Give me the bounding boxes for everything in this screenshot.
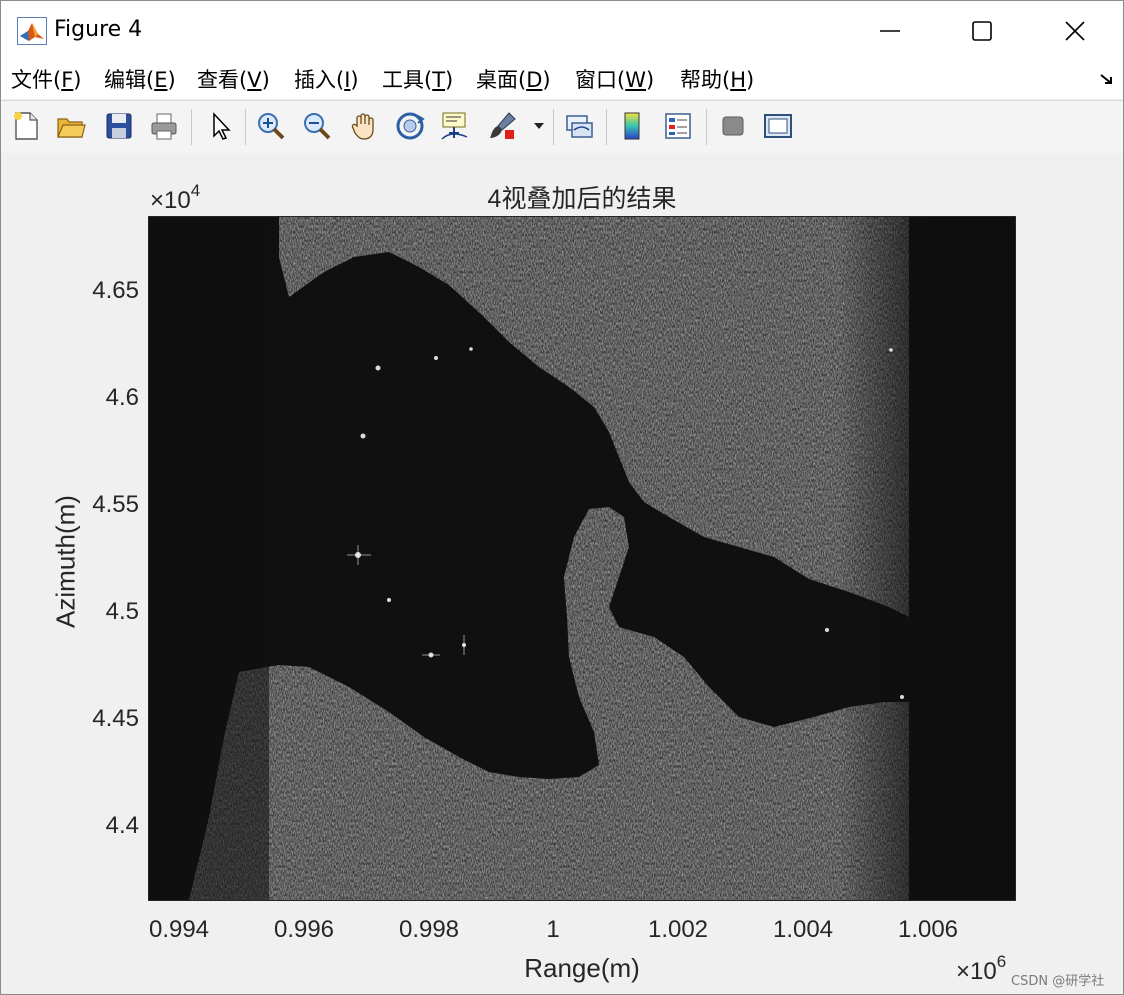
link-plot-button[interactable] [561, 108, 597, 144]
figure-toolbar [1, 100, 1123, 154]
close-icon [1065, 21, 1085, 41]
y-tick-label: 4.45 [92, 705, 139, 732]
hide-plot-tools-icon [722, 116, 744, 136]
hide-plot-tools-button[interactable] [715, 108, 751, 144]
y-axis-exponent: ×104 [150, 181, 201, 214]
pointer-icon [213, 112, 231, 140]
dock-arrow-icon[interactable] [1099, 73, 1115, 91]
legend-icon [665, 113, 691, 139]
zoom-in-icon [258, 113, 285, 140]
figure-window: Figure 4 文件(F) 编辑(E) 查看(V) 插入(I) 工具(T) 桌… [0, 0, 1124, 995]
toolbar-separator [245, 109, 246, 145]
plot-axes[interactable] [148, 216, 1016, 901]
title-bar: Figure 4 [1, 1, 1123, 61]
colorbar-icon [624, 112, 640, 140]
sar-image [149, 217, 1015, 900]
x-tick-label: 0.994 [148, 916, 210, 943]
x-tick-label: 1.004 [772, 916, 834, 943]
minimize-icon [880, 30, 900, 32]
x-axis-exponent: ×106 [956, 952, 1007, 985]
brush-button[interactable] [485, 108, 521, 144]
data-cursor-icon [441, 112, 468, 140]
menu-tools[interactable]: 工具(T) [382, 66, 453, 94]
menu-file[interactable]: 文件(F) [11, 66, 82, 94]
save-icon [106, 113, 132, 139]
y-tick-label: 4.6 [105, 384, 139, 411]
toolbar-separator [553, 109, 554, 145]
x-tick-label: 1.006 [897, 916, 959, 943]
new-figure-button[interactable] [8, 108, 44, 144]
y-tick-label: 4.65 [92, 277, 139, 304]
rotate-3d-icon [396, 112, 425, 140]
x-tick-label: 0.998 [398, 916, 460, 943]
show-plot-tools-button[interactable] [760, 108, 796, 144]
insert-colorbar-button[interactable] [614, 108, 650, 144]
data-cursor-button[interactable] [437, 108, 473, 144]
zoom-in-button[interactable] [253, 108, 289, 144]
link-plot-icon [566, 115, 593, 138]
brush-icon [490, 112, 516, 139]
x-tick-label: 1 [546, 916, 560, 943]
chevron-down-icon [534, 123, 544, 129]
open-file-button[interactable] [53, 108, 89, 144]
pan-button[interactable] [346, 108, 382, 144]
menu-view[interactable]: 查看(V) [197, 66, 270, 94]
print-icon [151, 113, 177, 140]
zoom-out-icon [304, 113, 331, 140]
show-plot-tools-icon [764, 114, 792, 138]
toolbar-separator [706, 109, 707, 145]
minimize-button[interactable] [844, 1, 936, 61]
toolbar-separator [606, 109, 607, 145]
menu-bar: 文件(F) 编辑(E) 查看(V) 插入(I) 工具(T) 桌面(D) 窗口(W… [1, 61, 1123, 99]
menu-help[interactable]: 帮助(H) [680, 66, 754, 94]
menu-desktop[interactable]: 桌面(D) [476, 66, 551, 94]
x-tick-label: 0.996 [273, 916, 335, 943]
matlab-logo-icon [17, 17, 47, 45]
edit-plot-button[interactable] [202, 108, 238, 144]
close-button[interactable] [1029, 1, 1121, 61]
y-axis-label: Azimuth(m) [50, 495, 81, 628]
maximize-button[interactable] [936, 1, 1028, 61]
x-tick-label: 1.002 [647, 916, 709, 943]
menu-window[interactable]: 窗口(W) [575, 66, 654, 94]
zoom-out-button[interactable] [299, 108, 335, 144]
menu-edit[interactable]: 编辑(E) [104, 66, 176, 94]
print-button[interactable] [146, 108, 182, 144]
toolbar-separator [191, 109, 192, 145]
plot-title: 4视叠加后的结果 [487, 185, 677, 213]
watermark: CSDN @研学社 [1011, 974, 1105, 989]
save-button[interactable] [101, 108, 137, 144]
pan-hand-icon [351, 113, 374, 140]
y-tick-label: 4.4 [105, 812, 139, 839]
x-axis-label: Range(m) [524, 953, 640, 983]
open-file-icon [57, 118, 86, 138]
brush-dropdown-button[interactable] [528, 108, 550, 144]
maximize-icon [972, 21, 992, 41]
menu-insert[interactable]: 插入(I) [294, 66, 359, 94]
window-title: Figure 4 [54, 17, 143, 42]
rotate-3d-button[interactable] [392, 108, 428, 144]
insert-legend-button[interactable] [660, 108, 696, 144]
new-figure-icon [14, 112, 38, 140]
